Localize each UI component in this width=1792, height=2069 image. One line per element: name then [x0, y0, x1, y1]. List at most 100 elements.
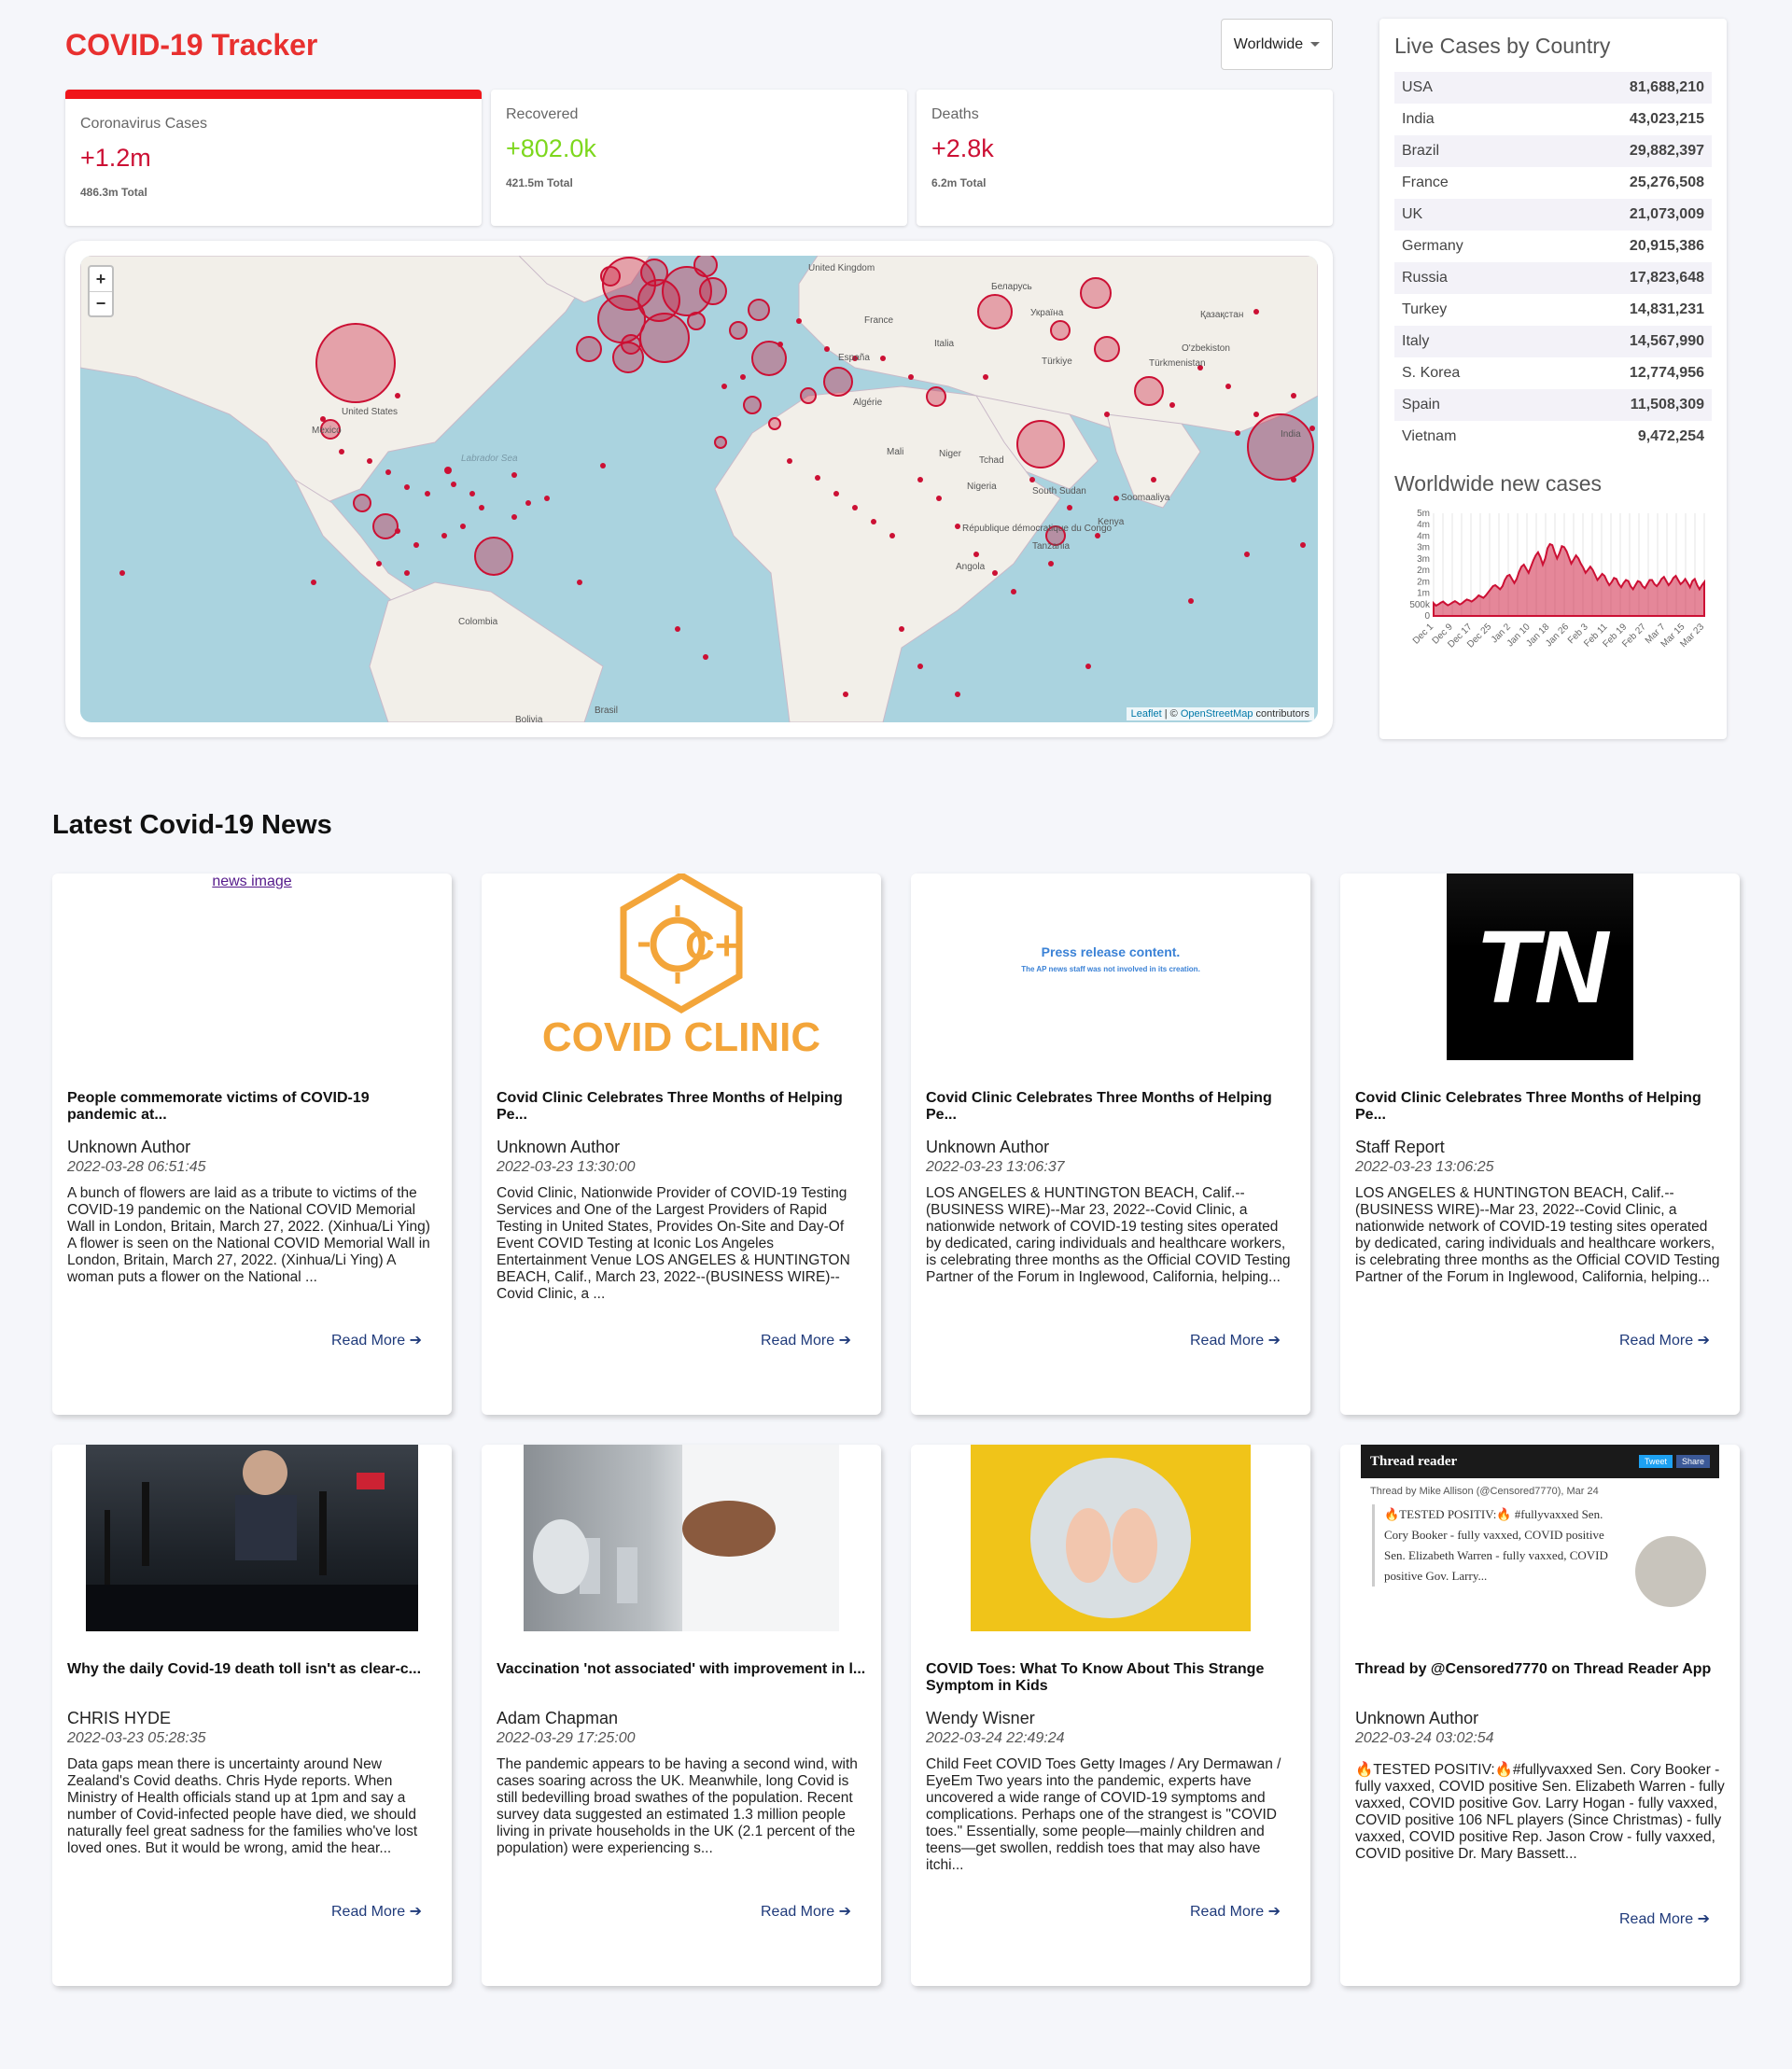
deaths-total: 6.2m Total [931, 176, 987, 189]
news-description: Covid Clinic, Nationwide Provider of COV… [497, 1185, 850, 1302]
read-more-link[interactable]: Read More ➔ [331, 1902, 422, 1921]
news-card[interactable]: Thread reader Tweet Share Thread by Mike… [1340, 1445, 1740, 1986]
photo-illustration [86, 1450, 418, 1631]
circle-brazil [474, 537, 513, 576]
read-more-label: Read More [760, 1333, 835, 1349]
news-card[interactable]: TN Covid Clinic Celebrates Three Months … [1340, 874, 1740, 1415]
read-more-link[interactable]: Read More ➔ [1190, 1331, 1281, 1349]
news-author: Adam Chapman [497, 1709, 619, 1727]
table-row: France 25,276,508 [1394, 167, 1712, 199]
news-heading: Latest Covid-19 News [52, 810, 332, 840]
read-more-link[interactable]: Read More ➔ [331, 1331, 422, 1349]
photo-illustration [533, 1445, 839, 1631]
map-attribution: Leaflet | © OpenStreetMap contributors [1126, 707, 1314, 720]
news-title: COVID Toes: What To Know About This Stra… [926, 1661, 1265, 1694]
news-card[interactable]: Vaccination 'not associated' with improv… [482, 1445, 881, 1986]
world-map[interactable]: + − United States Mexico Labrador Sea Co… [80, 256, 1318, 722]
attribution-sep: | © [1161, 708, 1181, 720]
read-more-link[interactable]: Read More ➔ [761, 1331, 851, 1349]
label-turkiye: Türkiye [1042, 356, 1072, 367]
news-author: Unknown Author [1355, 1709, 1479, 1727]
chevron-down-icon [1310, 42, 1321, 47]
thread-reader-brand: Thread reader [1370, 1453, 1458, 1469]
news-description: LOS ANGELES & HUNTINGTON BEACH, Calif.--… [926, 1185, 1291, 1285]
read-more-label: Read More [1189, 1904, 1265, 1920]
read-more-link[interactable]: Read More ➔ [1619, 1909, 1710, 1928]
country-table: USA 81,688,210 India 43,023,215 Brazil 29,8… [1394, 72, 1712, 453]
cases-stat-card[interactable]: Coronavirus Cases +1.2m 486.3m Total [65, 90, 482, 226]
deaths-stat-card[interactable]: Deaths +2.8k 6.2m Total [917, 90, 1333, 226]
news-title: Vaccination 'not associated' with improv… [497, 1661, 866, 1677]
cases-total: 486.3m Total [80, 186, 147, 199]
tn-logo-text: TN [1475, 909, 1609, 1025]
country-name: USA [1402, 79, 1433, 95]
news-date: 2022-03-23 13:30:00 [497, 1159, 636, 1175]
label-uk: United Kingdom [808, 263, 875, 273]
country-cases: 21,073,009 [1629, 206, 1704, 222]
news-card[interactable]: news image People commemorate victims of… [52, 874, 452, 1415]
region-select[interactable]: Worldwide [1221, 19, 1333, 70]
news-description: Data gaps mean there is uncertainty arou… [67, 1756, 418, 1856]
label-belarus: Беларусь [991, 282, 1032, 292]
recovered-label: Recovered [506, 106, 579, 122]
y-tick-label: 1m [1417, 589, 1430, 599]
label-angola: Angola [956, 562, 986, 572]
press-release-note: The AP news staff was not involved in it… [1021, 965, 1200, 973]
news-author: Unknown Author [926, 1138, 1050, 1156]
read-more-link[interactable]: Read More ➔ [1190, 1902, 1281, 1921]
new-cases-area [1433, 542, 1705, 617]
news-author: Unknown Author [497, 1138, 621, 1156]
news-description: The pandemic appears to be having a seco… [497, 1756, 858, 1856]
read-more-link[interactable]: Read More ➔ [1619, 1331, 1710, 1349]
news-card[interactable]: COVID Toes: What To Know About This Stra… [911, 1445, 1310, 1986]
news-card[interactable]: Press release content. The AP news staff… [911, 874, 1310, 1415]
zoom-out-button[interactable]: − [90, 291, 112, 315]
label-uzbekistan: O'zbekiston [1182, 343, 1230, 354]
country-name: Spain [1402, 397, 1440, 412]
label-mexico: Mexico [312, 426, 342, 436]
new-cases-chart: 0 500k 1m 2m 2m 3m 3m 4m 4m 5m Dec 1 Dec 9 Dec 17 Dec… [1394, 506, 1712, 683]
press-release-image: Press release content. The AP news staff… [911, 874, 1310, 1060]
news-description: LOS ANGELES & HUNTINGTON BEACH, Calif.--… [1355, 1185, 1720, 1285]
arrow-right-icon: ➔ [838, 1904, 851, 1920]
country-name: Italy [1402, 333, 1430, 349]
country-name: UK [1402, 206, 1423, 222]
map-panel: + − United States Mexico Labrador Sea Co… [65, 241, 1333, 737]
arrow-right-icon: ➔ [1267, 1904, 1281, 1920]
read-more-link[interactable]: Read More ➔ [761, 1902, 851, 1921]
news-title: Covid Clinic Celebrates Three Months of … [926, 1090, 1272, 1123]
chart-heading: Worldwide new cases [1394, 471, 1603, 496]
label-colombia: Colombia [458, 617, 498, 627]
arrow-right-icon: ➔ [1267, 1333, 1281, 1349]
news-description: 🔥TESTED POSITIV:🔥#fullyvaxxed Sen. Cory … [1355, 1762, 1725, 1862]
table-row: Spain 11,508,309 [1394, 389, 1712, 421]
label-ukraine: Україна [1030, 308, 1064, 318]
clinic-logo-icon: C+ COVID CLINIC [542, 874, 820, 1060]
news-title: People commemorate victims of COVID-19 p… [67, 1090, 370, 1123]
recovered-stat-card[interactable]: Recovered +802.0k 421.5m Total [491, 90, 907, 226]
y-tick-label: 2m [1417, 566, 1430, 576]
news-card[interactable]: C+ COVID CLINIC Covid Clinic Celebrates … [482, 874, 881, 1415]
region-select-value: Worldwide [1233, 35, 1304, 52]
news-date: 2022-03-23 05:28:35 [67, 1730, 206, 1746]
country-cases: 17,823,648 [1629, 270, 1704, 286]
live-cases-heading: Live Cases by Country [1394, 34, 1611, 58]
country-cases: 43,023,215 [1629, 111, 1704, 127]
label-italia: Italia [934, 339, 955, 349]
share-button: Share [1675, 1455, 1710, 1468]
label-tanzania: Tanzania [1032, 541, 1070, 552]
clinic-text: COVID CLINIC [542, 1014, 820, 1060]
osm-link[interactable]: OpenStreetMap [1181, 708, 1253, 720]
svg-text:C+: C+ [685, 923, 738, 969]
news-card[interactable]: Why the daily Covid-19 death toll isn't … [52, 1445, 452, 1986]
label-espana: España [838, 353, 870, 363]
broken-image-alt[interactable]: news image [212, 874, 291, 889]
table-row: USA 81,688,210 [1394, 72, 1712, 104]
label-niger: Niger [939, 449, 962, 459]
country-cases: 25,276,508 [1629, 175, 1704, 190]
cases-label: Coronavirus Cases [80, 116, 208, 132]
arrow-right-icon: ➔ [1697, 1333, 1710, 1349]
zoom-in-button[interactable]: + [90, 267, 112, 291]
country-name: Russia [1402, 270, 1448, 286]
leaflet-link[interactable]: Leaflet [1131, 708, 1162, 720]
